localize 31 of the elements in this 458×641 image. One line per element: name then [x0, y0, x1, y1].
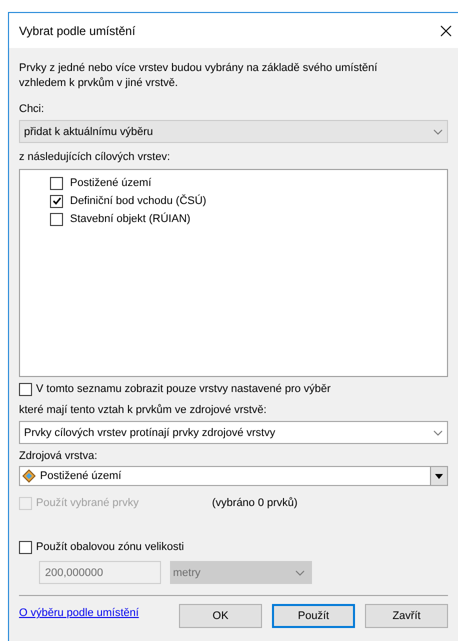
triangle-icon	[435, 474, 443, 478]
field-label: které mají tento vztah k prvkům ve zdrojové vrstvě:	[19, 403, 268, 417]
description: Prvky z jedné nebo více vrstev budou vybrány na základě svého umístění vzhledem k prvkům v jiné vrstvě.	[19, 61, 378, 91]
layer-label: Stavební objekt (RÚIAN)	[70, 212, 190, 226]
window-title: Vybrat podle umístění	[19, 24, 136, 38]
dropdown[interactable]: přidat k aktuálnímu výběru	[19, 120, 448, 143]
checkbox-label: Použít obalovou zónu velikosti	[36, 540, 184, 554]
layer-combo[interactable]: Postižené území	[19, 466, 448, 486]
dropdown[interactable]: Prvky cílových vrstev protínají prvky zdrojové vrstvy	[19, 421, 448, 444]
chevron-icon	[433, 128, 443, 134]
dialog-button[interactable]: Zavřít	[365, 604, 448, 628]
help-link[interactable]: O výběru podle umístění	[19, 606, 179, 620]
selection-count: (vybráno 0 prvků)	[212, 496, 298, 510]
checkbox-label: V tomto seznamu zobrazit pouze vrstvy nastavené pro výběr	[36, 382, 331, 396]
chevron-icon	[433, 430, 443, 436]
dropdown-button[interactable]	[430, 467, 447, 485]
field-label: Zdrojová vrstva:	[19, 449, 98, 463]
close-icon[interactable]	[440, 24, 452, 36]
checkbox[interactable]	[19, 382, 32, 396]
field-label: Chci:	[19, 102, 46, 116]
checkbox[interactable]	[50, 176, 63, 190]
layer-label: Postižené území	[70, 176, 152, 190]
field-label: z následujících cílových vrstev:	[19, 150, 172, 164]
checkbox[interactable]	[50, 212, 63, 226]
chevron-icon	[295, 570, 305, 576]
layer-symbol-icon	[22, 469, 36, 483]
dialog-button[interactable]: Použít	[272, 604, 355, 628]
dialog-button[interactable]: OK	[179, 604, 262, 628]
layer-label: Definiční bod vchodu (ČSÚ)	[70, 194, 206, 208]
checkbox[interactable]	[50, 194, 63, 208]
checkbox-label: Použít vybrané prvky	[36, 496, 140, 510]
